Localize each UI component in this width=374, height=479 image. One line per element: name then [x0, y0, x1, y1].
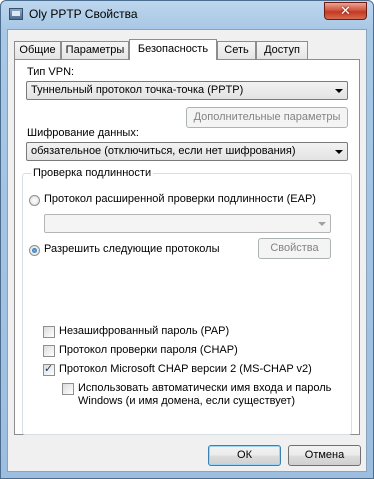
eap-radio[interactable] — [29, 195, 40, 206]
title-bar[interactable]: Oly PPTP Свойства ✕ — [1, 1, 373, 29]
authentication-group: Проверка подлинности Протокол расширенно… — [22, 167, 352, 435]
dialog-client-area: Общие Параметры Безопасность Сеть Доступ… — [7, 29, 367, 472]
encryption-value: обязательное (отключиться, если нет шифр… — [31, 145, 296, 157]
tab-security[interactable]: Безопасность — [129, 39, 217, 60]
ok-button[interactable]: ОК — [208, 445, 281, 466]
allow-protocols-radio[interactable] — [29, 245, 40, 256]
properties-window: Oly PPTP Свойства ✕ Общие Параметры Безо… — [0, 0, 374, 479]
encryption-label: Шифрование данных: — [27, 127, 139, 139]
tab-options[interactable]: Параметры — [61, 41, 129, 59]
cancel-button[interactable]: Отмена — [288, 445, 361, 466]
auto-logon-checkbox[interactable] — [62, 383, 74, 395]
eap-option-label[interactable]: Протокол расширенной проверки подлинност… — [44, 193, 316, 205]
chap-checkbox[interactable] — [43, 345, 55, 357]
auto-logon-label-line2[interactable]: Windows (и имя домена, если существует) — [78, 395, 295, 407]
vpn-type-label: Тип VPN: — [27, 66, 75, 78]
close-button[interactable]: ✕ — [324, 2, 367, 20]
pap-checkbox[interactable] — [43, 326, 55, 338]
pap-label[interactable]: Незашифрованный пароль (PAP) — [59, 325, 229, 337]
advanced-settings-button[interactable]: Дополнительные параметры — [186, 107, 348, 128]
chevron-down-icon — [335, 89, 343, 93]
eap-method-select[interactable] — [44, 214, 331, 233]
window-title: Oly PPTP Свойства — [29, 7, 138, 21]
tab-general[interactable]: Общие — [14, 41, 61, 59]
allow-protocols-label[interactable]: Разрешить следующие протоколы — [44, 243, 220, 255]
tab-networking[interactable]: Сеть — [217, 41, 256, 59]
authentication-group-title: Проверка подлинности — [31, 167, 154, 179]
chap-label[interactable]: Протокол проверки пароля (CHAP) — [59, 344, 238, 356]
auto-logon-label-line1[interactable]: Использовать автоматически имя входа и п… — [78, 382, 331, 394]
chevron-down-icon — [335, 150, 343, 154]
chevron-down-icon — [318, 222, 326, 226]
network-connection-icon — [9, 8, 23, 20]
mschapv2-label[interactable]: Протокол Microsoft CHAP версии 2 (MS-CHA… — [59, 363, 312, 375]
dialog-buttons: ОК Отмена — [8, 435, 366, 471]
properties-button[interactable]: Свойства — [258, 238, 331, 259]
mschapv2-checkbox[interactable] — [43, 362, 55, 376]
security-tab-panel: Тип VPN: Туннельный протокол точка-точка… — [14, 59, 360, 435]
vpn-type-select[interactable]: Туннельный протокол точка-точка (PPTP) — [26, 81, 348, 100]
tab-sharing[interactable]: Доступ — [256, 41, 308, 59]
vpn-type-value: Туннельный протокол точка-точка (PPTP) — [31, 84, 244, 96]
encryption-select[interactable]: обязательное (отключиться, если нет шифр… — [26, 142, 348, 161]
